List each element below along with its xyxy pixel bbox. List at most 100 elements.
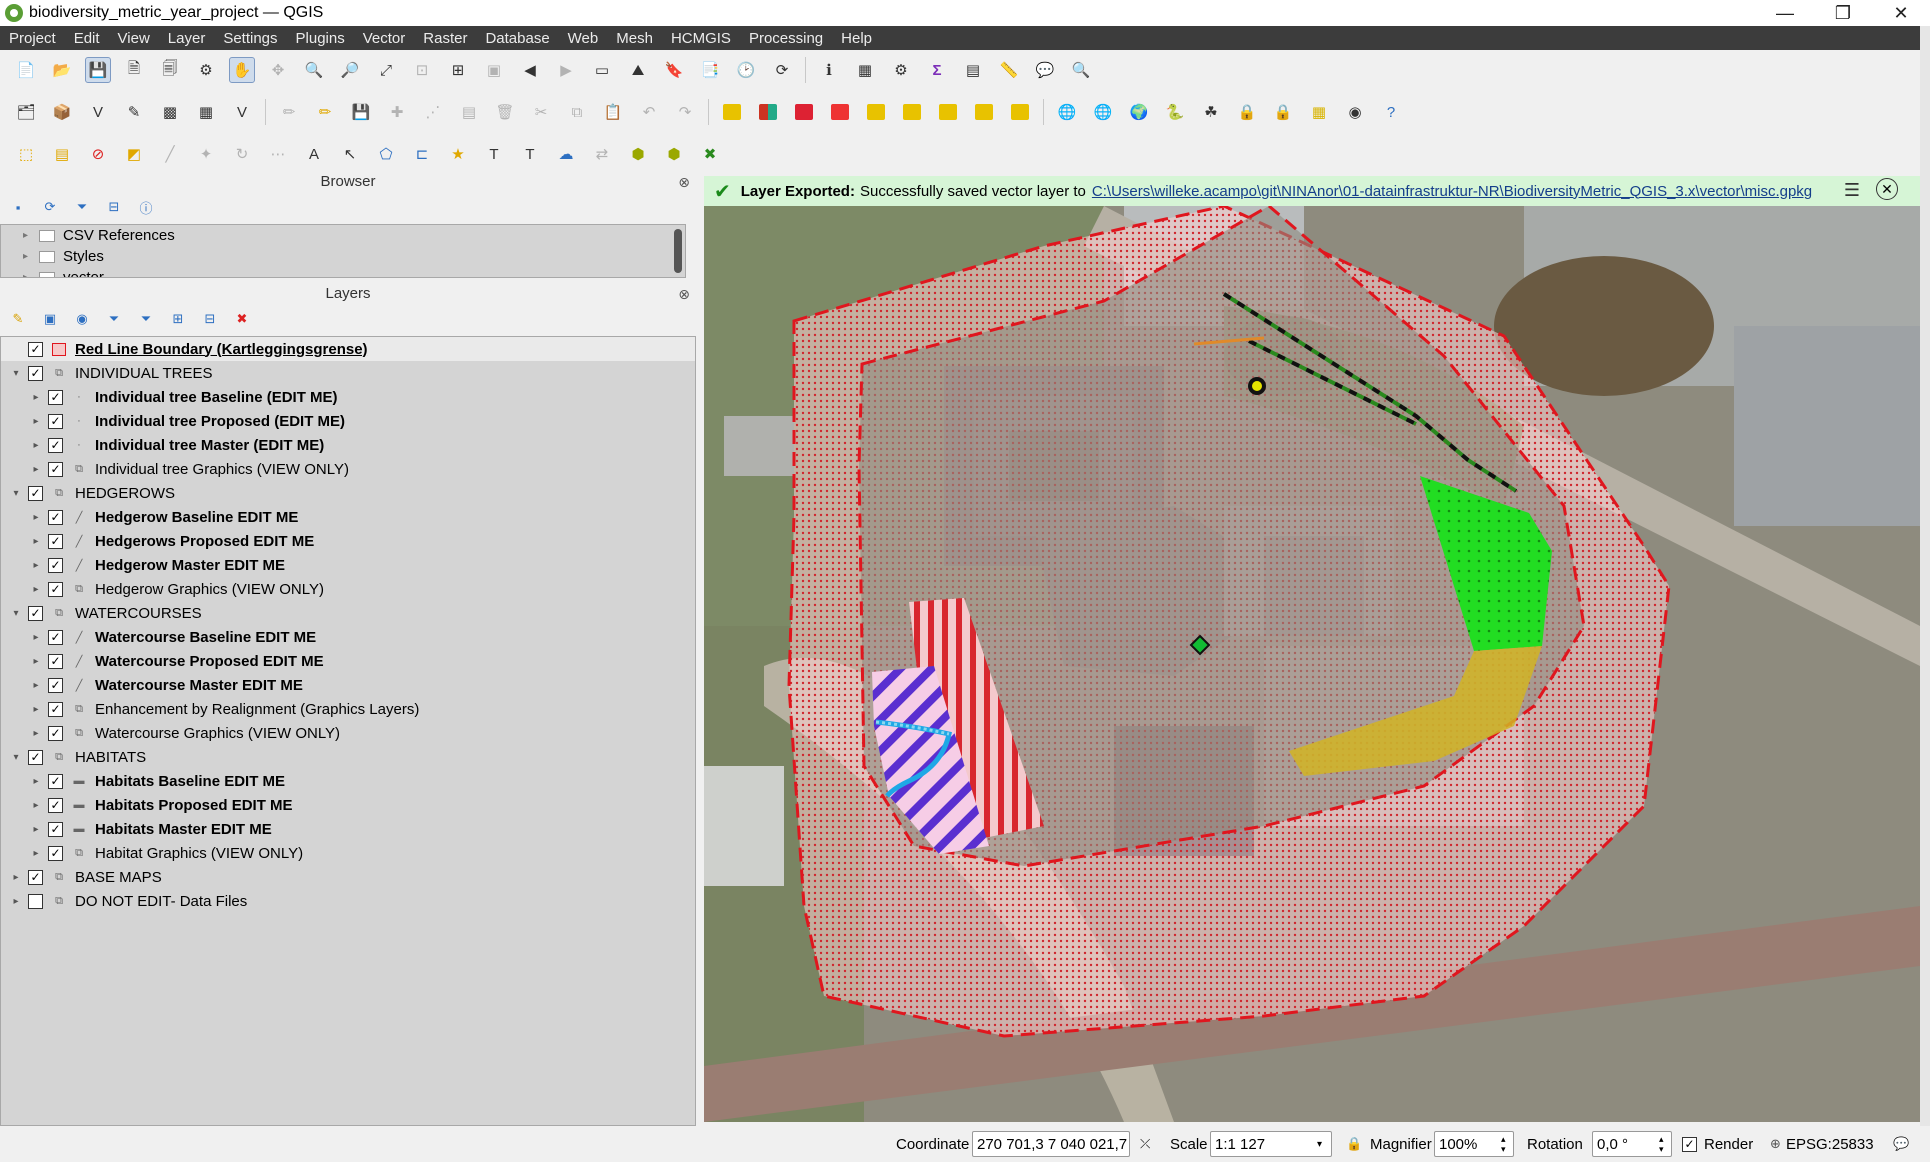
rotate-feature-icon[interactable]: ↻ [229,141,255,167]
layer-visibility-checkbox[interactable]: ✓ [48,701,63,717]
layer-row[interactable]: ▸ ✓ · Individual tree Baseline (EDIT ME) [1,385,695,409]
measure-line-icon[interactable]: 📏 [996,57,1022,83]
layer-row[interactable]: ▸ ✓ ⧉ Watercourse Graphics (VIEW ONLY) [1,721,695,745]
expand-toggle-icon[interactable]: ▸ [29,800,43,811]
layer-row[interactable]: ▸ ✓ ╱ Watercourse Baseline EDIT ME [1,625,695,649]
zoom-last-icon[interactable]: ◀ [517,57,543,83]
new-project-icon[interactable]: 📄 [13,57,39,83]
layer-row[interactable]: ▸ ✓ ⧉ Habitat Graphics (VIEW ONLY) [1,841,695,865]
filter-icon[interactable]: ⏷ [72,197,92,217]
expand-toggle-icon[interactable]: ▸ [29,416,43,427]
add-wms-layer-icon[interactable]: 🌐 [1054,99,1080,125]
layer-visibility-checkbox[interactable] [28,893,43,909]
select-by-expression-icon[interactable]: ◩ [121,141,147,167]
expand-toggle-icon[interactable]: ▸ [29,656,43,667]
move-label-icon[interactable] [899,99,925,125]
delete-selected-icon[interactable]: 🗑 [492,99,518,125]
layer-visibility-checkbox[interactable]: ✓ [48,629,63,645]
render-checkbox[interactable]: ✓ [1682,1137,1697,1152]
expand-icon[interactable]: ▸ [23,251,39,262]
lock-layer-icon[interactable]: 🔒 [1270,99,1296,125]
diagram-tool-icon[interactable] [755,99,781,125]
expand-toggle-icon[interactable]: ▸ [29,848,43,859]
change-label-icon[interactable] [971,99,997,125]
lock-scale-icon[interactable]: 🔒 [1346,1136,1362,1152]
expand-toggle-icon[interactable]: ▾ [9,368,23,379]
add-arcgis-layer-icon[interactable]: 🌍 [1126,99,1152,125]
browser-item[interactable]: ▸ CSV References [1,225,685,246]
redo-icon[interactable]: ↷ [672,99,698,125]
add-marker-annotation-icon[interactable]: ★ [445,141,471,167]
expand-toggle-icon[interactable]: ▾ [9,608,23,619]
expand-toggle-icon[interactable]: ▸ [29,824,43,835]
new-map-view-icon[interactable]: ▭ [589,57,615,83]
pan-to-selection-icon[interactable]: ✥ [265,57,291,83]
offset-curve-icon[interactable]: ⋯ [265,141,291,167]
layer-visibility-checkbox[interactable]: ✓ [48,725,63,741]
menu-raster[interactable]: Raster [414,30,476,47]
expand-toggle-icon[interactable]: ▸ [29,704,43,715]
lock-icon[interactable]: 🔒 [1234,99,1260,125]
expand-toggle-icon[interactable]: ▸ [29,584,43,595]
layer-visibility-checkbox[interactable]: ✓ [48,797,63,813]
spin-arrows-icon[interactable]: ▴ ▾ [1501,1134,1513,1154]
expand-icon[interactable]: ▸ [23,272,39,277]
layer-row[interactable]: ▸ ✓ ╱ Hedgerows Proposed EDIT ME [1,529,695,553]
layout-manager-icon[interactable]: 🗐 [157,57,183,83]
spin-arrows-icon[interactable]: ▴ ▾ [1659,1134,1671,1154]
add-line-annotation-icon[interactable]: ⊏ [409,141,435,167]
zoom-next-icon[interactable]: ▶ [553,57,579,83]
scale-combo[interactable]: 1:1 127 ▾ [1210,1131,1332,1157]
show-hide-labels-icon[interactable] [863,99,889,125]
menu-help[interactable]: Help [832,30,881,47]
undo-icon[interactable]: ↶ [636,99,662,125]
statistical-summary-icon[interactable]: Σ [924,57,950,83]
layer-row[interactable]: ▸ ✓ ▬ Habitats Baseline EDIT ME [1,769,695,793]
select-by-value-icon[interactable]: ▤ [49,141,75,167]
layer-row[interactable]: ▾ ✓ ⧉ WATERCOURSES [1,601,695,625]
menu-view[interactable]: View [109,30,159,47]
layer-row[interactable]: ▸ ✓ ▬ Habitats Proposed EDIT ME [1,793,695,817]
sync-icon[interactable]: ⇄ [589,141,615,167]
close-panel-icon[interactable]: ⊗ [678,172,690,192]
magnifier-spinbox[interactable]: 100% ▴ ▾ [1434,1131,1514,1157]
layer-visibility-checkbox[interactable]: ✓ [48,413,63,429]
menu-settings[interactable]: Settings [214,30,286,47]
layer-row[interactable]: ▸ ✓ ╱ Watercourse Proposed EDIT ME [1,649,695,673]
browser-item[interactable]: ▸ vector [1,267,685,277]
add-text-annotation-icon[interactable]: T [481,141,507,167]
menu-database[interactable]: Database [476,30,558,47]
zoom-full-icon[interactable]: ⤢ [373,57,399,83]
digitize-icon[interactable]: ✚ [384,99,410,125]
expand-toggle-icon[interactable]: ▸ [29,464,43,475]
manage-visibility-icon[interactable]: ◉ [72,309,92,329]
advanced-digitize-icon[interactable]: ✦ [193,141,219,167]
layer-row[interactable]: ▸ ✓ ▬ Habitats Master EDIT ME [1,817,695,841]
add-raster-layer-icon[interactable]: ▩ [157,99,183,125]
rotation-spinbox[interactable]: 0,0 ° ▴ ▾ [1592,1131,1672,1157]
collapse-all-icon[interactable]: ⊟ [200,309,220,329]
menu-vector[interactable]: Vector [354,30,415,47]
temporal-controller-icon[interactable]: 🕑 [733,57,759,83]
attribute-table-dropdown-icon[interactable]: ▤ [960,57,986,83]
refresh-icon[interactable]: ⟳ [40,197,60,217]
add-vector-layer-icon[interactable]: ✎ [121,99,147,125]
add-mesh-layer-icon[interactable]: ▦ [193,99,219,125]
layer-row[interactable]: ▸ ✓ ⧉ Hedgerow Graphics (VIEW ONLY) [1,577,695,601]
layer-visibility-checkbox[interactable]: ✓ [48,773,63,789]
expand-toggle-icon[interactable]: ▸ [9,896,23,907]
annotation-text-icon[interactable]: A [301,141,327,167]
label-tool-icon[interactable] [719,99,745,125]
layer-visibility-checkbox[interactable]: ✓ [48,581,63,597]
browser-scrollbar[interactable] [674,229,682,273]
zoom-in-icon[interactable]: 🔍 [301,57,327,83]
modify-attributes-icon[interactable]: ▤ [456,99,482,125]
menu-hcmgis[interactable]: HCMGIS [662,30,740,47]
menu-plugins[interactable]: Plugins [287,30,354,47]
text-annotation-icon[interactable]: T [517,141,543,167]
new-print-layout-icon[interactable]: 🗎 [121,57,147,83]
map-tips-icon[interactable]: 💬 [1032,57,1058,83]
coordinate-field[interactable]: 270 701,3 7 040 021,7 [972,1131,1130,1157]
expand-toggle-icon[interactable]: ▾ [9,752,23,763]
new-bookmark-icon[interactable]: 🔖 [661,57,687,83]
